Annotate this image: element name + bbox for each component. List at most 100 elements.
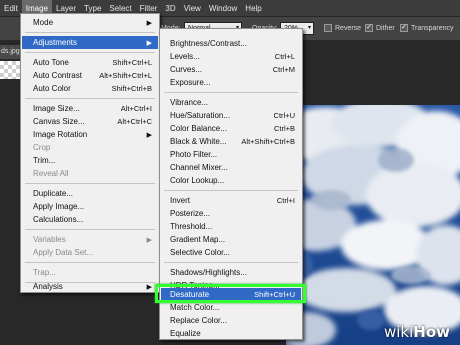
menu-item-label: Color Balance... (170, 124, 227, 133)
menu-item-shortcut: Ctrl+B (273, 124, 295, 133)
menu-divider (25, 183, 155, 184)
menu-item-channel-mixer[interactable]: Channel Mixer... (161, 161, 301, 174)
menu-item-label: Variables (33, 235, 66, 244)
watermark-suffix: How (413, 323, 450, 341)
document-tab[interactable]: ds.jpg (0, 45, 20, 59)
menu-divider (164, 92, 298, 93)
menu-item-canvas-size[interactable]: Canvas Size... Alt+Ctrl+C (22, 115, 158, 128)
menu-item-analysis[interactable]: Analysis ▶ (22, 280, 158, 293)
menu-item-label: Posterize... (170, 209, 211, 218)
menu-item-image-rotation[interactable]: Image Rotation ▶ (22, 128, 158, 141)
menu-item-auto-contrast[interactable]: Auto Contrast Alt+Shift+Ctrl+L (22, 69, 158, 82)
menu-item-auto-tone[interactable]: Auto Tone Shift+Ctrl+L (22, 56, 158, 69)
menu-item-posterize[interactable]: Posterize... (161, 207, 301, 220)
submenu-arrow-icon: ▶ (146, 131, 152, 139)
menu-item-auto-color[interactable]: Auto Color Shift+Ctrl+B (22, 82, 158, 95)
menu-item-photo-filter[interactable]: Photo Filter... (161, 148, 301, 161)
transparency-checkbox[interactable]: ✓ (400, 24, 408, 32)
menu-item-label: Auto Tone (33, 58, 69, 67)
submenu-arrow-icon: ▶ (146, 236, 152, 244)
watermark-prefix: wiki (383, 323, 414, 341)
menu-item-trap[interactable]: Trap... (22, 266, 158, 279)
menu-item-label: Adjustments (33, 38, 78, 47)
cloud-sky-illustration (286, 105, 460, 345)
menu-item-label: Levels... (170, 52, 200, 61)
menu-view[interactable]: View (180, 0, 205, 17)
menu-item-color-lookup[interactable]: Color Lookup... (161, 174, 301, 187)
menu-item-adjustments[interactable]: Adjustments ▶ (22, 36, 158, 49)
menu-item-shortcut: Ctrl+L (274, 52, 295, 61)
menu-divider (25, 229, 155, 230)
menu-item-label: Apply Data Set... (33, 248, 94, 257)
menu-item-gradient-map[interactable]: Gradient Map... (161, 233, 301, 246)
menu-item-label: Apply Image... (33, 202, 85, 211)
menu-item-replace-color[interactable]: Replace Color... (161, 314, 301, 327)
cloud-sky-image (286, 105, 460, 345)
menu-item-calculations[interactable]: Calculations... (22, 213, 158, 226)
menu-item-levels[interactable]: Levels... Ctrl+L (161, 50, 301, 63)
menu-item-label: Channel Mixer... (170, 163, 228, 172)
menu-item-equalize[interactable]: Equalize (161, 327, 301, 340)
menu-item-invert[interactable]: Invert Ctrl+I (161, 194, 301, 207)
menu-item-image-size[interactable]: Image Size... Alt+Ctrl+I (22, 102, 158, 115)
menu-item-label: Color Lookup... (170, 176, 225, 185)
menu-item-label: Calculations... (33, 215, 84, 224)
menu-divider (25, 52, 155, 53)
menu-item-vibrance[interactable]: Vibrance... (161, 96, 301, 109)
submenu-arrow-icon: ▶ (146, 19, 152, 27)
menu-edit[interactable]: Edit (0, 0, 22, 17)
menu-item-label: Image Rotation (33, 130, 88, 139)
menu-item-label: Mode (33, 18, 54, 27)
menu-item-label: Selective Color... (170, 248, 231, 257)
menu-item-black-white[interactable]: Black & White... Alt+Shift+Ctrl+B (161, 135, 301, 148)
menu-item-label: Equalize (170, 329, 201, 338)
menu-item-threshold[interactable]: Threshold... (161, 220, 301, 233)
menu-divider (25, 262, 155, 263)
wikihow-watermark: wikiHow (384, 323, 450, 341)
menu-item-mode[interactable]: Mode ▶ (22, 16, 158, 29)
menu-item-reveal-all[interactable]: Reveal All (22, 167, 158, 180)
menu-item-crop[interactable]: Crop (22, 141, 158, 154)
menu-item-label: Reveal All (33, 169, 69, 178)
menu-item-apply-image[interactable]: Apply Image... (22, 200, 158, 213)
submenu-arrow-icon: ▶ (146, 39, 152, 47)
reverse-checkbox[interactable] (324, 24, 332, 32)
menu-item-exposure[interactable]: Exposure... (161, 76, 301, 89)
menu-item-selective-color[interactable]: Selective Color... (161, 246, 301, 259)
dither-checkbox[interactable]: ✓ (365, 24, 373, 32)
reverse-label: Reverse (335, 25, 362, 32)
menu-item-variables[interactable]: Variables ▶ (22, 233, 158, 246)
chevron-down-icon: ▾ (307, 25, 311, 31)
menu-window[interactable]: Window (205, 0, 241, 17)
menu-item-shortcut: Shift+Ctrl+B (111, 84, 152, 93)
menu-3d[interactable]: 3D (161, 0, 179, 17)
menu-item-shadows-highlights[interactable]: Shadows/Highlights... (161, 266, 301, 279)
menu-item-shortcut: Alt+Shift+Ctrl+B (241, 137, 295, 146)
menu-help[interactable]: Help (241, 0, 265, 17)
menu-item-label: Brightness/Contrast... (170, 39, 247, 48)
image-menu: Mode ▶ Adjustments ▶ Auto Tone Shift+Ctr… (20, 13, 160, 293)
menu-item-label: Shadows/Highlights... (170, 268, 247, 277)
checkmark-icon: ✓ (366, 24, 372, 31)
menu-item-label: Analysis (33, 282, 63, 291)
menu-divider (164, 262, 298, 263)
menu-item-curves[interactable]: Curves... Ctrl+M (161, 63, 301, 76)
menu-item-label: Vibrance... (170, 98, 209, 107)
menu-item-trim[interactable]: Trim... (22, 154, 158, 167)
menu-item-label: Curves... (170, 65, 203, 74)
menu-item-brightness-contrast[interactable]: Brightness/Contrast... (161, 37, 301, 50)
menu-item-shortcut: Shift+Ctrl+L (112, 58, 152, 67)
menu-item-label: Canvas Size... (33, 117, 85, 126)
menu-item-label: Hue/Saturation... (170, 111, 231, 120)
menu-item-label: Auto Color (33, 84, 71, 93)
menu-item-apply-data-set[interactable]: Apply Data Set... (22, 246, 158, 259)
menu-item-duplicate[interactable]: Duplicate... (22, 187, 158, 200)
desaturate-callout-outline (155, 284, 306, 303)
menu-item-hue-saturation[interactable]: Hue/Saturation... Ctrl+U (161, 109, 301, 122)
menu-item-label: Threshold... (170, 222, 213, 231)
checkmark-icon: ✓ (401, 24, 407, 31)
menu-item-shortcut: Alt+Shift+Ctrl+L (99, 71, 152, 80)
menu-item-label: Duplicate... (33, 189, 74, 198)
menu-item-color-balance[interactable]: Color Balance... Ctrl+B (161, 122, 301, 135)
menu-item-label: Auto Contrast (33, 71, 82, 80)
